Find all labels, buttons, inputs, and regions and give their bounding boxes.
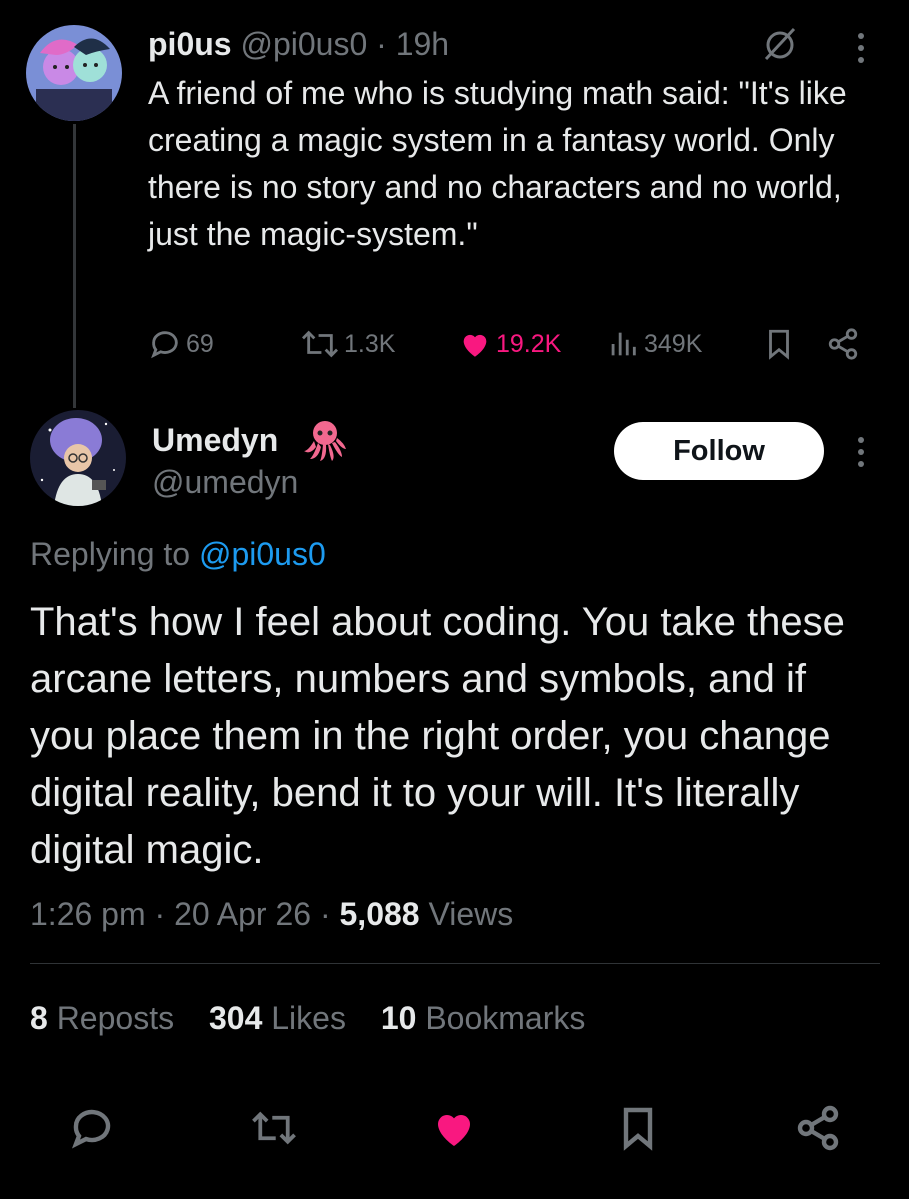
parent-repost-button[interactable]: 1.3K <box>300 322 395 366</box>
likes-label: Likes <box>271 1000 346 1036</box>
thread-connector <box>73 124 76 408</box>
views-count: 5,088 <box>339 896 420 932</box>
tweet-time[interactable]: 1:26 pm <box>30 896 146 932</box>
replying-mention[interactable]: @pi0us0 <box>199 536 326 572</box>
reposts-stat[interactable]: 8 Reposts <box>30 1000 183 1036</box>
octopus-emoji <box>302 417 348 463</box>
tweet-text: That's how I feel about coding. You take… <box>30 600 845 872</box>
parent-avatar[interactable] <box>26 25 122 121</box>
heart-icon <box>463 334 487 357</box>
parent-header: pi0us @pi0us0 · 19h <box>148 24 449 64</box>
bookmarks-label: Bookmarks <box>425 1000 586 1036</box>
parent-display-name[interactable]: pi0us <box>148 26 232 62</box>
parent-time[interactable]: 19h <box>396 26 449 62</box>
reply-icon <box>151 331 178 359</box>
divider <box>30 963 880 964</box>
more-icon[interactable] <box>846 28 876 68</box>
tweet-date[interactable]: 20 Apr 26 <box>174 896 311 932</box>
parent-views-count: 349K <box>644 329 703 358</box>
author-display-name[interactable]: Umedyn <box>152 420 278 460</box>
separator: · <box>319 896 331 932</box>
separator: · <box>154 896 166 932</box>
author-handle[interactable]: @umedyn <box>152 462 298 502</box>
bookmark-button[interactable] <box>614 1104 662 1152</box>
parent-share-button[interactable] <box>826 322 864 366</box>
parent-reply-button[interactable]: 69 <box>148 322 214 366</box>
replying-to: Replying to @pi0us0 <box>30 532 326 576</box>
follow-button[interactable]: Follow <box>614 422 824 480</box>
parent-bookmark-button[interactable] <box>762 322 800 366</box>
reposts-label: Reposts <box>56 1000 175 1036</box>
likes-stat[interactable]: 304 Likes <box>209 1000 355 1036</box>
parent-views-button[interactable]: 349K <box>606 322 702 366</box>
parent-handle[interactable]: @pi0us0 <box>240 26 367 62</box>
more-icon[interactable] <box>846 432 876 472</box>
reposts-count: 8 <box>30 1000 48 1036</box>
parent-like-button[interactable]: 19.2K <box>458 322 561 366</box>
author-avatar[interactable] <box>30 410 126 506</box>
views-icon <box>611 332 636 356</box>
parent-like-count: 19.2K <box>496 329 562 358</box>
heart-icon <box>438 1115 470 1146</box>
bookmarks-count: 10 <box>380 1000 417 1036</box>
parent-repost-count: 1.3K <box>344 329 396 358</box>
repost-button[interactable] <box>250 1104 298 1152</box>
like-button[interactable] <box>430 1104 478 1152</box>
separator: · <box>376 26 387 62</box>
parent-reply-count: 69 <box>186 329 214 358</box>
likes-count: 304 <box>208 1000 263 1036</box>
bookmarks-stat[interactable]: 10 Bookmarks <box>381 1000 586 1036</box>
share-icon <box>797 1105 839 1151</box>
tweet-meta: 1:26 pm · 20 Apr 26 · 5,088 Views <box>30 892 513 936</box>
bookmark-icon <box>623 1107 653 1151</box>
grok-icon[interactable] <box>760 24 800 64</box>
share-icon <box>828 328 858 360</box>
bookmark-icon <box>769 329 789 360</box>
reply-icon <box>71 1109 111 1149</box>
replying-prefix: Replying to <box>30 536 191 572</box>
repost-icon <box>252 1111 296 1145</box>
share-button[interactable] <box>794 1104 842 1152</box>
repost-icon <box>301 330 339 358</box>
reply-button[interactable] <box>68 1104 116 1152</box>
views-label: Views <box>428 896 514 932</box>
engagement-stats: 8 Reposts 304 Likes 10 Bookmarks <box>30 996 611 1040</box>
parent-tweet-text: A friend of me who is studying math said… <box>148 75 847 252</box>
